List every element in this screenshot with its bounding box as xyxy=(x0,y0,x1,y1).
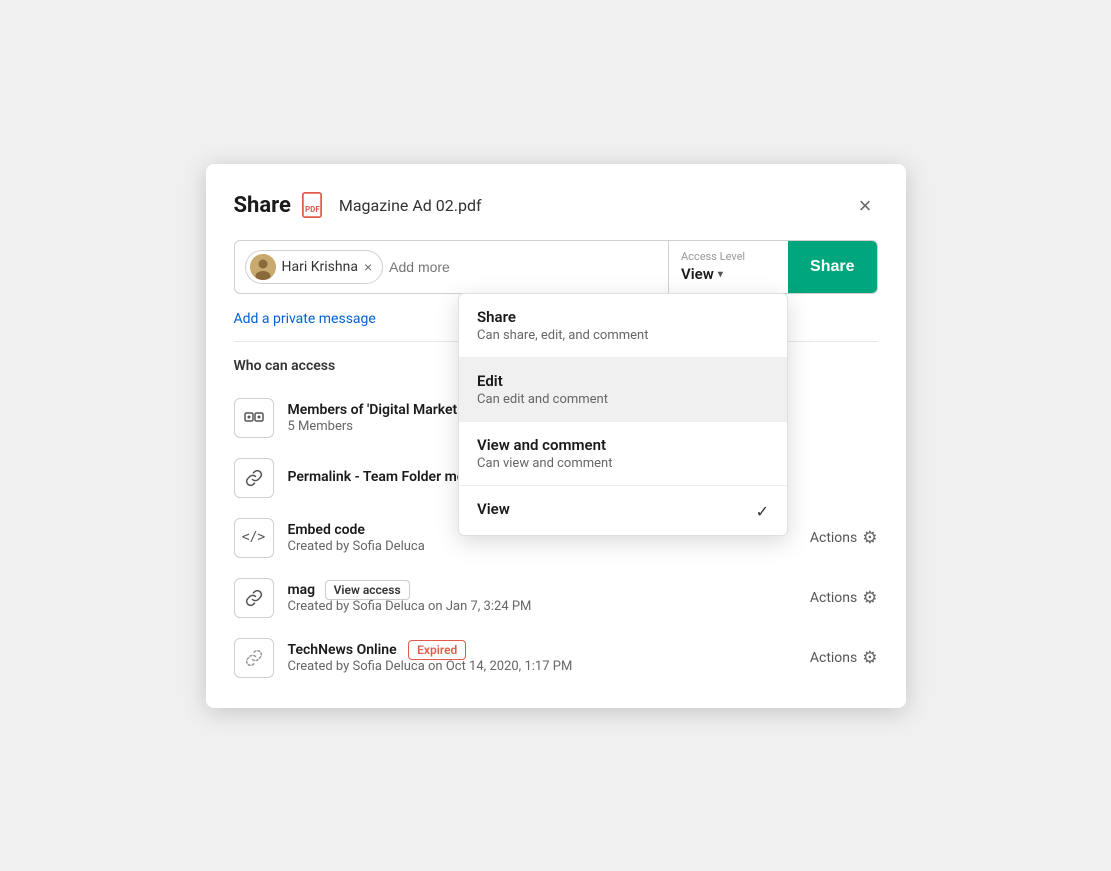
access-item-sub: Created by Sofia Deluca xyxy=(288,539,796,554)
chevron-down-icon: ▾ xyxy=(718,269,723,280)
dropdown-item-view-comment[interactable]: View and comment Can view and comment xyxy=(459,422,787,485)
link-broken-icon xyxy=(234,638,274,678)
dropdown-item-share[interactable]: Share Can share, edit, and comment xyxy=(459,294,787,357)
dropdown-item-edit[interactable]: Edit Can edit and comment xyxy=(459,358,787,421)
recipient-chip: Hari Krishna × xyxy=(245,250,384,284)
embed-icon: </> xyxy=(234,518,274,558)
selected-check-icon: ✓ xyxy=(756,502,769,521)
access-item-info: TechNews Online Expired Created by Sofia… xyxy=(288,642,796,674)
access-level-value: View ▾ xyxy=(681,265,776,283)
recipients-area: Hari Krishna × xyxy=(235,241,669,293)
gear-icon: ⚙ xyxy=(862,528,877,548)
access-level-dropdown-trigger[interactable]: Access Level View ▾ Share Can share, edi… xyxy=(668,241,788,293)
pdf-icon: PDF xyxy=(301,192,329,220)
dropdown-item-view[interactable]: View ✓ xyxy=(459,486,787,535)
actions-button[interactable]: Actions ⚙ xyxy=(810,528,878,548)
actions-button[interactable]: Actions ⚙ xyxy=(810,588,878,608)
access-item-info: mag View access Created by Sofia Deluca … xyxy=(288,582,796,614)
recipient-name: Hari Krishna xyxy=(282,259,358,275)
access-item-title: TechNews Online Expired xyxy=(288,642,796,658)
gear-icon: ⚙ xyxy=(862,588,877,608)
modal-header: Share PDF Magazine Ad 02.pdf × xyxy=(234,192,878,220)
expired-badge: Expired xyxy=(408,640,466,660)
access-level-dropdown: Share Can share, edit, and comment Edit … xyxy=(458,293,788,536)
link-icon xyxy=(234,578,274,618)
file-name: Magazine Ad 02.pdf xyxy=(339,196,482,215)
access-item-sub: Created by Sofia Deluca on Oct 14, 2020,… xyxy=(288,659,796,674)
list-item: TechNews Online Expired Created by Sofia… xyxy=(234,628,878,688)
actions-button[interactable]: Actions ⚙ xyxy=(810,648,878,668)
dropdown-view-comment-sub: Can view and comment xyxy=(477,456,612,471)
share-input-row: Hari Krishna × Access Level View ▾ Share… xyxy=(234,240,878,294)
dropdown-view-comment-title: View and comment xyxy=(477,436,612,454)
add-more-input[interactable] xyxy=(389,259,570,275)
title-group: Share PDF Magazine Ad 02.pdf xyxy=(234,192,482,220)
share-modal: Share PDF Magazine Ad 02.pdf × xyxy=(206,164,906,708)
team-icon xyxy=(234,398,274,438)
list-item: mag View access Created by Sofia Deluca … xyxy=(234,568,878,628)
access-item-title: mag View access xyxy=(288,582,796,598)
access-item-sub: Created by Sofia Deluca on Jan 7, 3:24 P… xyxy=(288,599,796,614)
dropdown-share-title: Share xyxy=(477,308,648,326)
view-access-badge: View access xyxy=(325,580,410,600)
dropdown-view-title: View xyxy=(477,500,510,518)
dropdown-edit-sub: Can edit and comment xyxy=(477,392,608,407)
dropdown-share-sub: Can share, edit, and comment xyxy=(477,328,648,343)
modal-title: Share xyxy=(234,193,291,218)
access-level-label: Access Level xyxy=(681,250,776,263)
remove-recipient-button[interactable]: × xyxy=(364,260,372,274)
link-icon xyxy=(234,458,274,498)
avatar xyxy=(250,254,276,280)
private-message-link[interactable]: Add a private message xyxy=(234,311,376,327)
close-button[interactable]: × xyxy=(853,193,878,219)
gear-icon: ⚙ xyxy=(862,648,877,668)
dropdown-edit-title: Edit xyxy=(477,372,608,390)
share-button[interactable]: Share xyxy=(788,241,876,293)
svg-text:PDF: PDF xyxy=(305,205,320,214)
